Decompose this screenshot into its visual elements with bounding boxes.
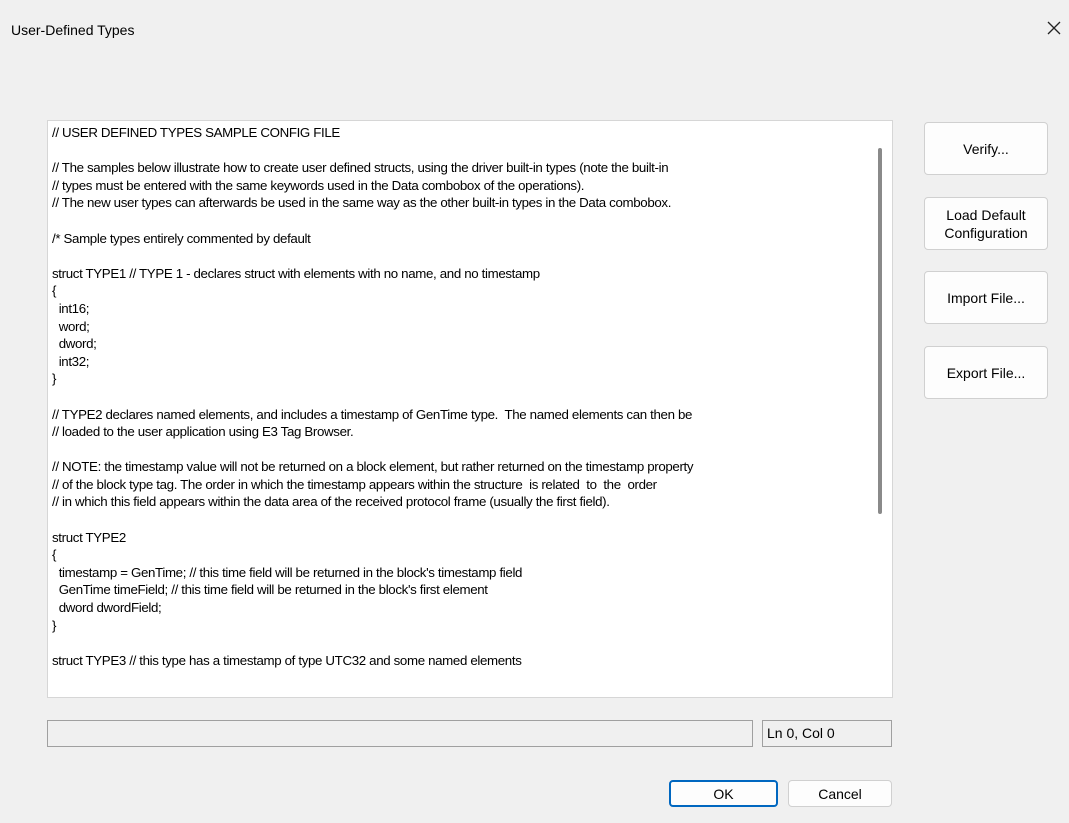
editor-content[interactable]: // USER DEFINED TYPES SAMPLE CONFIG FILE… (52, 124, 872, 669)
close-icon-glyph (1047, 21, 1061, 35)
editor-vertical-scrollbar[interactable] (878, 148, 882, 514)
verify-button[interactable]: Verify... (924, 122, 1048, 175)
window-title: User-Defined Types (11, 22, 135, 38)
ok-button[interactable]: OK (669, 780, 778, 807)
cursor-position-label: Ln 0, Col 0 (762, 720, 892, 747)
load-default-configuration-label: Load Default Configuration (944, 206, 1028, 241)
close-icon[interactable] (1040, 14, 1068, 42)
title-bar: User-Defined Types (0, 0, 1069, 58)
export-file-button[interactable]: Export File... (924, 346, 1048, 399)
status-message-field (47, 720, 753, 747)
import-file-button[interactable]: Import File... (924, 271, 1048, 324)
config-text-editor[interactable]: // USER DEFINED TYPES SAMPLE CONFIG FILE… (47, 120, 893, 698)
load-default-configuration-button[interactable]: Load Default Configuration (924, 197, 1048, 250)
cancel-button[interactable]: Cancel (788, 780, 892, 807)
